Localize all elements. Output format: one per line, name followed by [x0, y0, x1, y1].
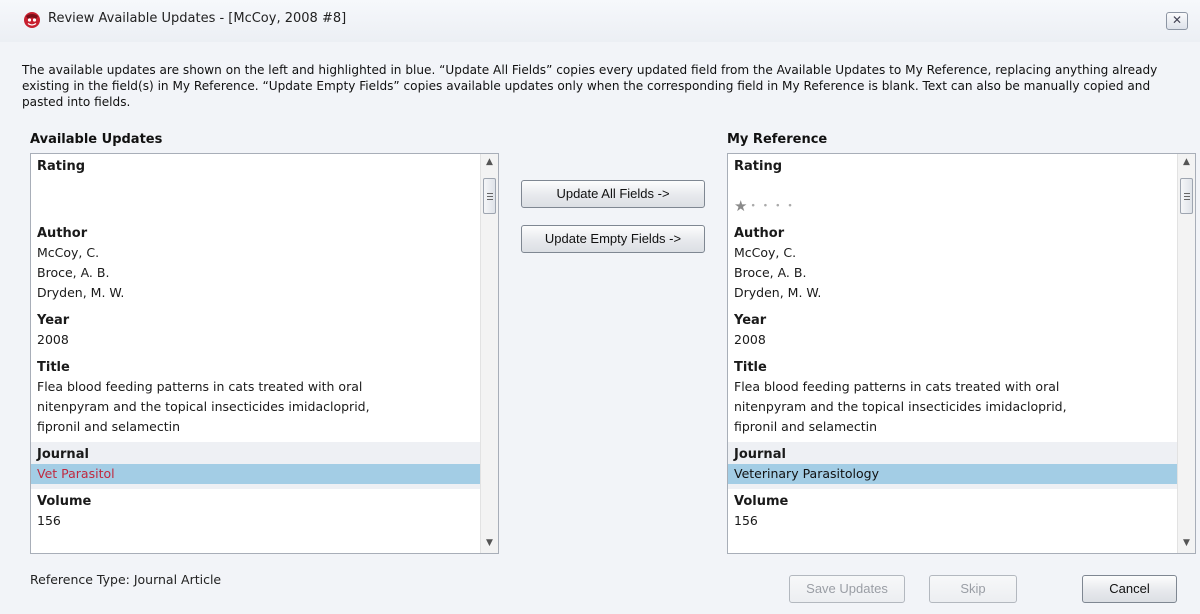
scroll-thumb[interactable]	[1180, 178, 1193, 214]
field-year: Year 2008	[728, 308, 1177, 355]
field-label: Year	[734, 313, 767, 328]
field-label: Rating	[37, 159, 86, 174]
available-updates-heading: Available Updates	[30, 132, 163, 147]
my-reference-heading: My Reference	[727, 132, 828, 147]
empty-star-dot[interactable]: •	[787, 202, 799, 212]
empty-star-dot[interactable]: •	[763, 202, 775, 212]
update-all-fields-button[interactable]: Update All Fields ->	[521, 180, 705, 208]
field-label: Volume	[734, 494, 789, 509]
window-title: Review Available Updates - [McCoy, 2008 …	[48, 11, 347, 26]
journal-value-updated[interactable]: Vet Parasitol	[31, 464, 480, 484]
volume-value[interactable]: 156	[37, 511, 474, 531]
scroll-up-arrow-icon[interactable]: ▲	[1178, 154, 1195, 171]
my-reference-list[interactable]: Rating ★•••• Author McCoy, C. Broce, A. …	[727, 153, 1196, 554]
review-updates-dialog: Review Available Updates - [McCoy, 2008 …	[0, 0, 1200, 614]
available-updates-list[interactable]: Rating Author McCoy, C. Broce, A. B. Dry…	[30, 153, 499, 554]
title-value[interactable]: Flea blood feeding patterns in cats trea…	[37, 377, 474, 437]
field-year: Year 2008	[31, 308, 480, 355]
empty-star-dot[interactable]: •	[750, 202, 762, 212]
field-label: Author	[37, 226, 88, 241]
year-value[interactable]: 2008	[37, 330, 474, 350]
field-volume: Volume 156	[728, 489, 1177, 536]
volume-value[interactable]: 156	[734, 511, 1171, 531]
rating-value[interactable]	[37, 176, 474, 216]
vertical-scrollbar[interactable]: ▲ ▼	[480, 154, 498, 553]
title-bar: Review Available Updates - [McCoy, 2008 …	[0, 0, 1200, 42]
update-empty-fields-button[interactable]: Update Empty Fields ->	[521, 225, 705, 253]
rating-stars[interactable]: ★••••	[734, 176, 1171, 216]
field-journal: Journal Veterinary Parasitology	[728, 442, 1177, 489]
instructions-text: The available updates are shown on the l…	[22, 63, 1158, 109]
grip-line	[487, 193, 493, 194]
field-title: Title Flea blood feeding patterns in cat…	[728, 355, 1177, 442]
grip-line	[487, 196, 493, 197]
scroll-down-arrow-icon[interactable]: ▼	[1178, 535, 1195, 552]
field-rating: Rating	[31, 154, 480, 221]
my-reference-content: Rating ★•••• Author McCoy, C. Broce, A. …	[728, 154, 1177, 553]
reference-type-label: Reference Type: Journal Article	[30, 572, 222, 587]
field-author: Author McCoy, C. Broce, A. B. Dryden, M.…	[728, 221, 1177, 308]
skip-button[interactable]: Skip	[929, 575, 1017, 603]
field-label: Rating	[734, 159, 783, 174]
scroll-up-arrow-icon[interactable]: ▲	[481, 154, 498, 171]
star-icon[interactable]: ★	[734, 197, 750, 215]
save-updates-button[interactable]: Save Updates	[789, 575, 905, 603]
field-rating: Rating ★••••	[728, 154, 1177, 221]
close-button[interactable]: ✕	[1166, 12, 1188, 30]
field-label: Volume	[37, 494, 92, 509]
grip-line	[1184, 199, 1190, 200]
author-value[interactable]: McCoy, C. Broce, A. B. Dryden, M. W.	[734, 243, 1171, 303]
field-title: Title Flea blood feeding patterns in cat…	[31, 355, 480, 442]
journal-value[interactable]: Veterinary Parasitology	[728, 464, 1177, 484]
vertical-scrollbar[interactable]: ▲ ▼	[1177, 154, 1195, 553]
grip-line	[487, 199, 493, 200]
field-label: Title	[734, 360, 767, 375]
field-author: Author McCoy, C. Broce, A. B. Dryden, M.…	[31, 221, 480, 308]
year-value[interactable]: 2008	[734, 330, 1171, 350]
grip-line	[1184, 196, 1190, 197]
field-label: Year	[37, 313, 70, 328]
author-value[interactable]: McCoy, C. Broce, A. B. Dryden, M. W.	[37, 243, 474, 303]
field-label: Author	[734, 226, 785, 241]
scroll-thumb[interactable]	[483, 178, 496, 214]
endnote-app-icon	[24, 12, 40, 28]
available-updates-content: Rating Author McCoy, C. Broce, A. B. Dry…	[31, 154, 480, 553]
field-label: Title	[37, 360, 70, 375]
field-journal: Journal Vet Parasitol	[31, 442, 480, 489]
empty-star-dot[interactable]: •	[775, 202, 787, 212]
close-icon: ✕	[1171, 13, 1183, 27]
scroll-down-arrow-icon[interactable]: ▼	[481, 535, 498, 552]
field-label: Journal	[734, 447, 786, 462]
title-value[interactable]: Flea blood feeding patterns in cats trea…	[734, 377, 1171, 437]
field-label: Journal	[37, 447, 89, 462]
cancel-button[interactable]: Cancel	[1082, 575, 1177, 603]
field-volume: Volume 156	[31, 489, 480, 536]
grip-line	[1184, 193, 1190, 194]
